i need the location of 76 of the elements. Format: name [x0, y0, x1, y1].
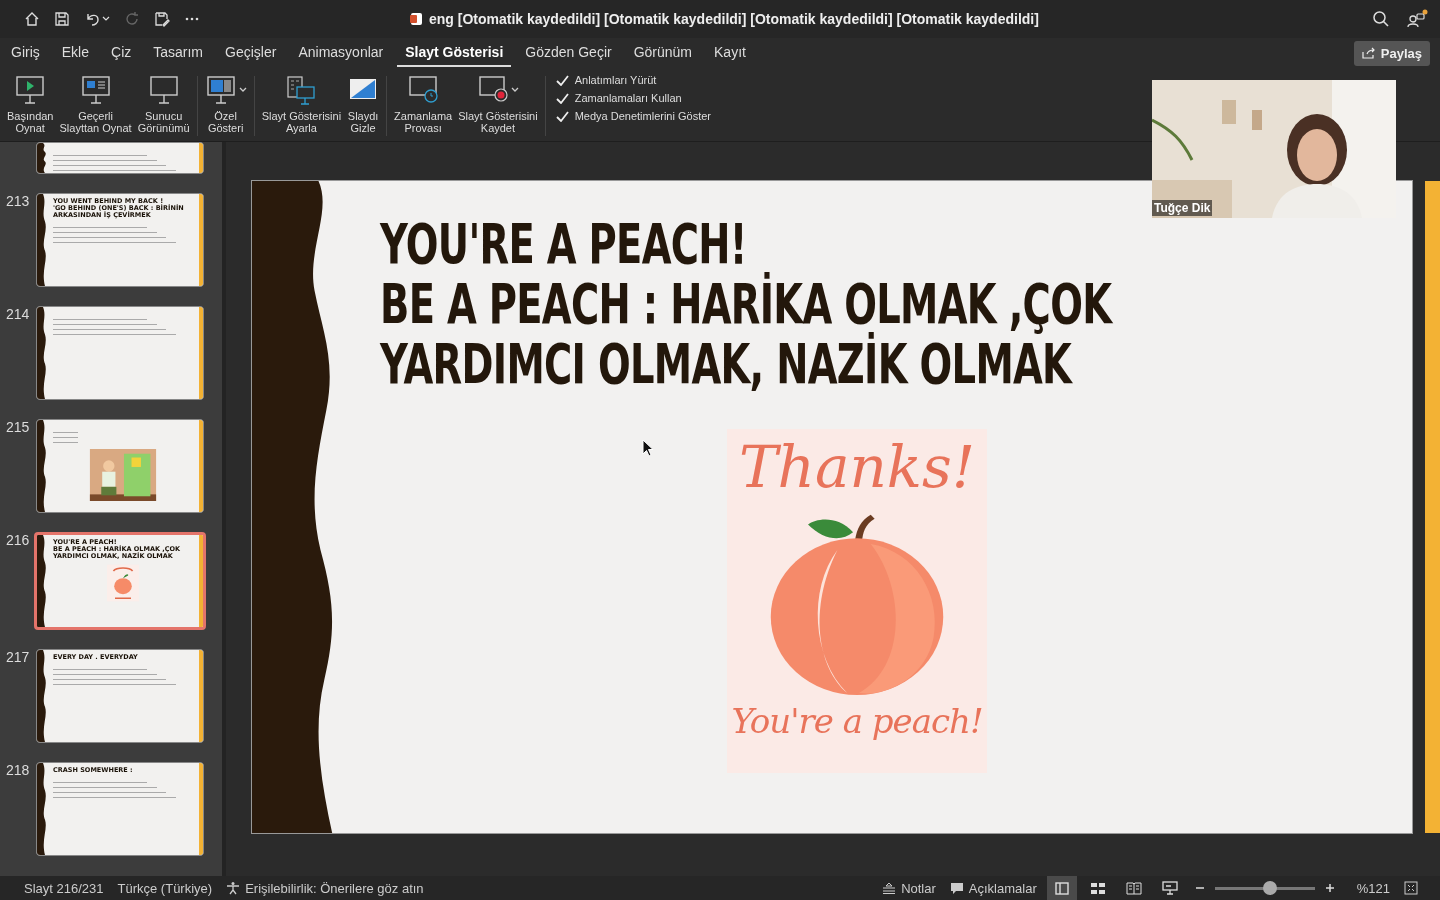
slider-thumb[interactable] [1262, 881, 1277, 895]
ribbon-tab[interactable]: Geçişler [217, 39, 285, 67]
screen-icon [204, 75, 237, 105]
ribbon-tab[interactable]: Görünüm [625, 39, 700, 67]
undo-icon[interactable] [84, 11, 110, 27]
timer-screen-icon [407, 75, 440, 105]
ribbon-button[interactable]: Geçerli Slayttan Oynat [56, 74, 135, 134]
caret-icon[interactable] [510, 87, 519, 93]
text-lines [53, 432, 79, 443]
ribbon-button[interactable]: Slayt Gösterisini Kaydet [455, 74, 541, 134]
thanks-text: Thanks! [738, 433, 976, 501]
slide-title: YOU'RE A PEACH! [380, 211, 747, 276]
peach-caption: You're a peach! [731, 701, 983, 741]
home-icon[interactable] [24, 11, 40, 27]
ribbon-button[interactable]: Slaydı Gizle [344, 74, 383, 134]
ribbon-button[interactable]: Zamanlama Provası [391, 74, 456, 134]
presentation-icon [1161, 881, 1178, 895]
share-icon [1361, 47, 1376, 59]
accessibility-button[interactable]: Erişilebilirlik: Önerilere göz atın [226, 880, 424, 896]
zoom-in-icon[interactable] [1324, 883, 1335, 893]
slide-counter: Slayt 216/231 [24, 880, 104, 896]
share-button[interactable]: Paylaş [1353, 40, 1430, 66]
caret-icon[interactable] [238, 87, 247, 93]
notes-icon [882, 882, 897, 894]
wavy-band [37, 143, 47, 173]
screen-icon [79, 75, 112, 105]
save-edit-icon[interactable] [154, 11, 170, 27]
zoom-level[interactable]: %121 [1356, 880, 1390, 896]
view-button[interactable] [1046, 876, 1077, 900]
ribbon-tab[interactable]: Kayıt [706, 39, 754, 67]
redo-icon[interactable] [124, 11, 140, 27]
slide-number: 218 [6, 762, 30, 778]
search-icon[interactable] [1372, 10, 1390, 28]
ribbon-tab[interactable]: Ekle [53, 39, 97, 67]
slide-number: 213 [6, 193, 30, 209]
ribbon-button[interactable]: Sunucu Görünümü [134, 74, 193, 134]
ribbon-button[interactable]: Özel Gösteri [201, 74, 250, 134]
accent-bar [199, 143, 203, 173]
window-title: eng [Otomatik kaydedildi] [Otomatik kaydedildi] [Otomatik kaydedildi] [Otomatik kaydedildi] [429, 11, 1039, 27]
play-screen-icon [14, 75, 47, 105]
screen-list-icon [285, 75, 318, 105]
slide-thumbnail[interactable] [36, 142, 204, 174]
slide-number: 217 [6, 649, 30, 665]
language-status[interactable]: Türkçe (Türkiye) [117, 880, 213, 896]
screen-icon [147, 75, 180, 105]
slide-number: 214 [6, 306, 30, 322]
cursor-icon [642, 439, 654, 457]
accessibility-icon [226, 881, 241, 895]
ribbon-tab[interactable]: Giriş [3, 39, 48, 67]
ribbon-tab[interactable]: Tasarım [145, 39, 212, 67]
slide-thumbnail[interactable] [36, 419, 204, 513]
checkbox-option[interactable]: Zamanlamaları Kullan [555, 92, 711, 104]
ribbon-tab[interactable]: Slayt Gösterisi [397, 39, 512, 67]
slide-number: 215 [6, 419, 30, 435]
notes-button[interactable]: Notlar [882, 880, 936, 896]
ribbon-tab[interactable]: Gözden Geçir [517, 39, 620, 67]
checkbox-option[interactable]: Medya Denetimlerini Göster [555, 110, 711, 122]
book-icon [1125, 881, 1142, 895]
normal-view-icon [1054, 881, 1069, 895]
ribbon-tab[interactable]: Çiz [103, 39, 140, 67]
people-icon[interactable] [1406, 9, 1428, 29]
fit-icon[interactable] [1404, 881, 1418, 895]
save-icon[interactable] [54, 11, 70, 27]
file-icon [410, 12, 423, 26]
grid-icon [1089, 881, 1106, 895]
ribbon-button[interactable]: Slayt Gösterisini Ayarla [258, 74, 345, 134]
ribbon-tab[interactable]: Animasyonlar [290, 39, 392, 67]
record-screen-icon [476, 75, 509, 105]
peach-drawing [107, 563, 139, 603]
checkbox-option[interactable]: Anlatımları Yürüt [555, 74, 711, 86]
ribbon-button[interactable]: Başından Oynat [4, 74, 57, 134]
comment-icon [949, 881, 964, 895]
slide-thumbnail[interactable] [36, 306, 204, 400]
participant-name: Tuğçe Dik [1152, 200, 1213, 216]
slide-number: 216 [6, 532, 30, 548]
comments-button[interactable]: Açıklamalar [949, 880, 1037, 896]
